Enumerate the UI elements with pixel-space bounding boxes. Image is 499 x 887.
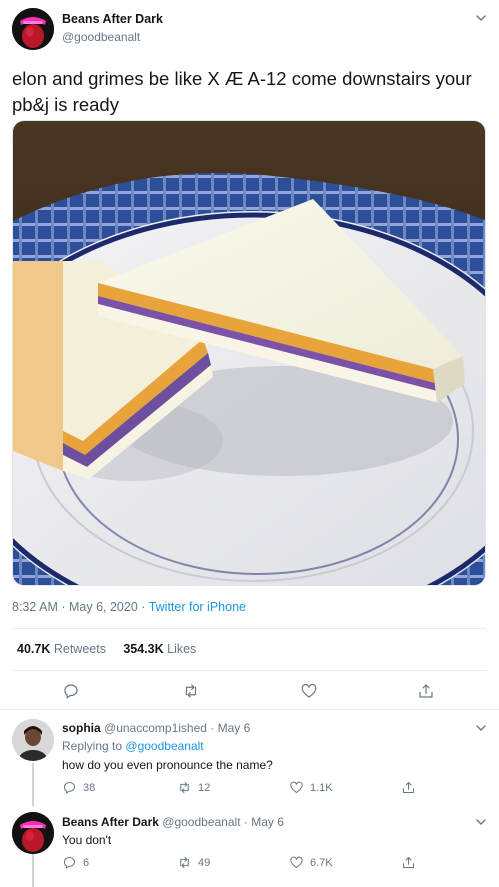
thread-line bbox=[32, 854, 34, 887]
retweet-button[interactable] bbox=[182, 682, 200, 700]
replying-prefix: Replying to bbox=[62, 739, 123, 753]
divider bbox=[12, 670, 486, 671]
reply-count: 6 bbox=[83, 856, 90, 869]
reply-author-name[interactable]: sophia bbox=[62, 721, 101, 735]
reply-icon bbox=[63, 857, 75, 869]
reply-author-handle[interactable]: @goodbeanalt bbox=[162, 815, 240, 829]
chevron-down-icon[interactable] bbox=[475, 816, 487, 828]
retweet-icon bbox=[185, 684, 197, 698]
retweets-label: Retweets bbox=[53, 642, 106, 656]
meta-separator: · bbox=[61, 600, 69, 614]
retweets-count: 40.7K bbox=[17, 642, 51, 656]
tweet-image[interactable] bbox=[12, 120, 486, 586]
tweet-time[interactable]: 8:32 AM bbox=[12, 600, 58, 614]
share-icon bbox=[419, 684, 433, 698]
reply-text: how do you even pronounce the name? bbox=[62, 758, 273, 772]
like-count: 1.1K bbox=[310, 781, 333, 794]
author-avatar[interactable] bbox=[12, 8, 54, 50]
like-icon bbox=[290, 781, 303, 793]
retweets-stat[interactable]: 40.7K Retweets bbox=[17, 642, 106, 656]
author-name[interactable]: Beans After Dark bbox=[62, 12, 163, 26]
retweet-button[interactable]: 49 bbox=[177, 855, 210, 870]
reply-icon bbox=[64, 684, 78, 699]
share-button[interactable] bbox=[401, 855, 416, 870]
divider bbox=[12, 628, 486, 629]
meta-separator: · bbox=[141, 600, 149, 614]
reply-button[interactable]: 6 bbox=[62, 855, 89, 870]
reply-date[interactable]: May 6 bbox=[251, 815, 284, 829]
thread-line bbox=[32, 763, 34, 806]
tweet-stats: 40.7K Retweets 354.3K Likes bbox=[17, 642, 196, 656]
share-button[interactable] bbox=[401, 780, 416, 795]
chevron-down-icon[interactable] bbox=[475, 722, 487, 734]
like-button[interactable]: 6.7K bbox=[289, 855, 333, 870]
reply-avatar[interactable] bbox=[12, 812, 54, 854]
reply-author-name[interactable]: Beans After Dark bbox=[62, 815, 159, 829]
share-icon bbox=[403, 857, 414, 868]
reply-avatar[interactable] bbox=[12, 719, 54, 761]
tweet-meta: 8:32 AM · May 6, 2020 · Twitter for iPho… bbox=[12, 600, 246, 614]
reply-text: You don't bbox=[62, 833, 112, 847]
chevron-down-icon[interactable] bbox=[475, 12, 487, 24]
share-button[interactable] bbox=[417, 682, 435, 700]
reply-header: Beans After Dark @goodbeanalt · May 6 bbox=[62, 815, 284, 829]
reply-button[interactable]: 38 bbox=[62, 780, 95, 795]
retweet-button[interactable]: 12 bbox=[177, 780, 210, 795]
reply-item[interactable]: sophia @unaccomp1ished · May 6 Replying … bbox=[0, 711, 499, 806]
retweet-icon bbox=[180, 857, 189, 868]
tweet-text: elon and grimes be like X Æ A-12 come do… bbox=[12, 68, 472, 115]
retweet-count: 12 bbox=[198, 781, 211, 794]
reply-count: 38 bbox=[83, 781, 96, 794]
like-icon bbox=[290, 856, 303, 868]
reply-button[interactable] bbox=[62, 682, 80, 700]
likes-stat[interactable]: 354.3K Likes bbox=[123, 642, 196, 656]
tweet-date[interactable]: May 6, 2020 bbox=[69, 600, 138, 614]
retweet-icon bbox=[180, 782, 189, 793]
reply-author-handle[interactable]: @unaccomp1ished bbox=[104, 721, 207, 735]
like-button[interactable] bbox=[300, 682, 318, 700]
retweet-count: 49 bbox=[198, 856, 211, 869]
like-count: 6.7K bbox=[310, 856, 333, 869]
likes-label: Likes bbox=[167, 642, 197, 656]
main-tweet: Beans After Dark @goodbeanalt elon and g… bbox=[0, 0, 499, 710]
reply-item[interactable]: Beans After Dark @goodbeanalt · May 6 Yo… bbox=[0, 806, 499, 887]
reply-header: sophia @unaccomp1ished · May 6 bbox=[62, 721, 250, 735]
likes-count: 354.3K bbox=[123, 642, 164, 656]
tweet-source[interactable]: Twitter for iPhone bbox=[149, 600, 246, 614]
share-icon bbox=[403, 782, 414, 793]
author-handle[interactable]: @goodbeanalt bbox=[62, 30, 140, 44]
replying-mention[interactable]: @goodbeanalt bbox=[125, 739, 203, 753]
replying-to: Replying to @goodbeanalt bbox=[62, 739, 204, 753]
like-button[interactable]: 1.1K bbox=[289, 780, 333, 795]
reply-icon bbox=[63, 782, 75, 794]
meta-separator: · bbox=[210, 721, 218, 735]
like-icon bbox=[301, 683, 317, 698]
reply-date[interactable]: May 6 bbox=[218, 721, 251, 735]
